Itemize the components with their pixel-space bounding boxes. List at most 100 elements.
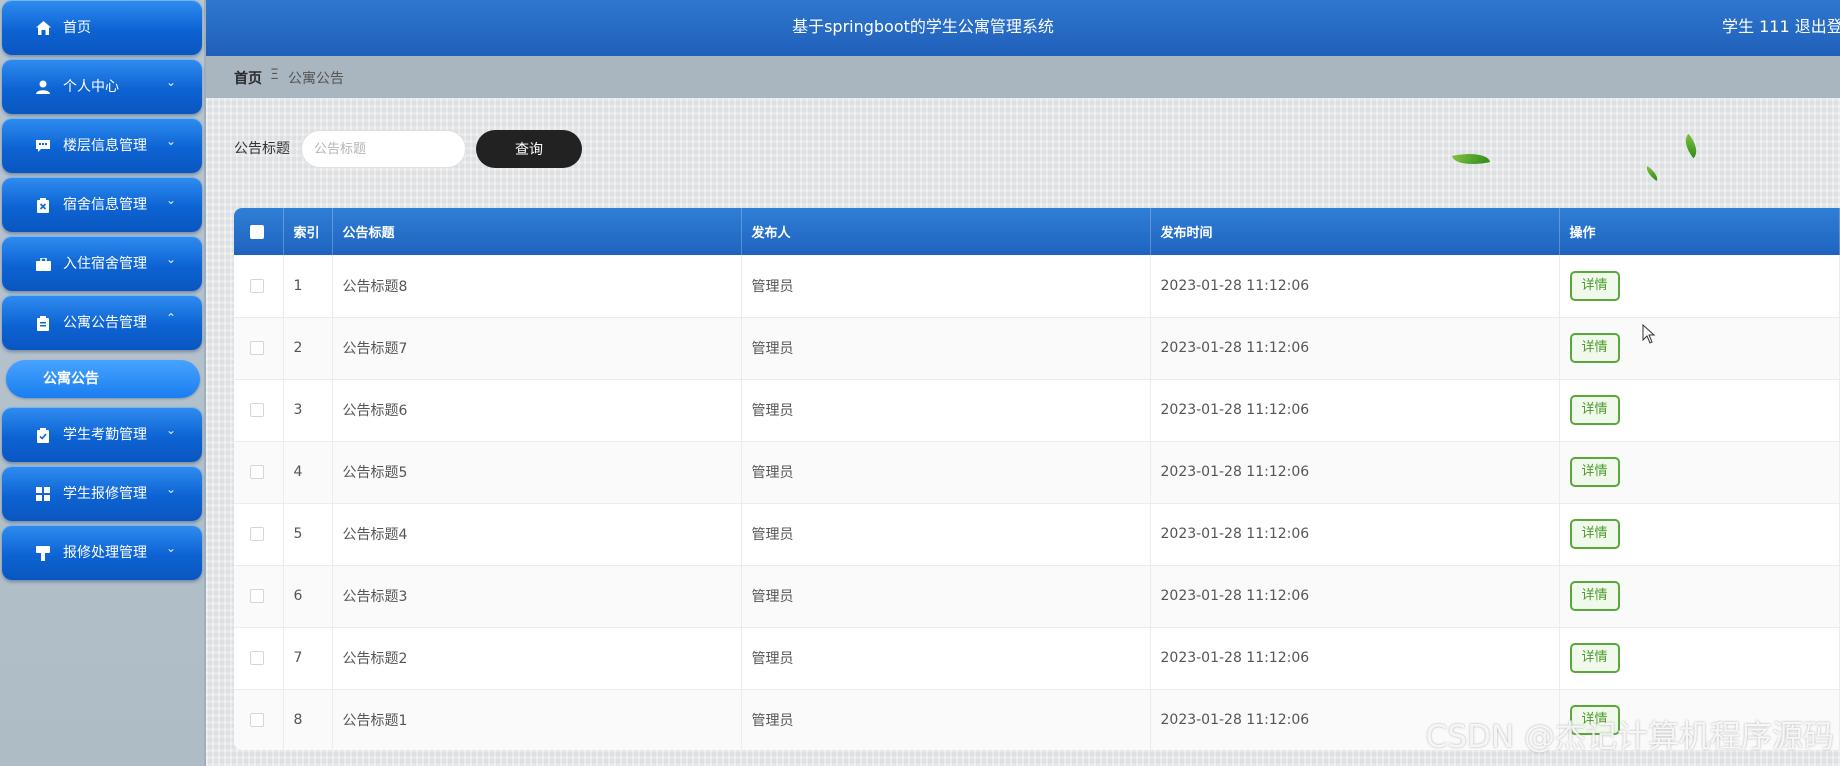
sidebar-item-checkin[interactable]: 入住宿舍管理 ⌄	[2, 236, 202, 291]
user-logout-link[interactable]: 学生 111 退出登录	[1722, 16, 1840, 38]
row-checkbox-cell[interactable]	[234, 441, 284, 503]
leaf-decoration-icon	[1643, 166, 1661, 181]
checkbox-icon[interactable]	[250, 713, 264, 727]
detail-button[interactable]: 详情	[1569, 270, 1620, 301]
row-checkbox-cell[interactable]	[234, 627, 284, 689]
cell-time: 2023-01-28 11:12:06	[1150, 503, 1560, 565]
table-row[interactable]: 6 公告标题3 管理员 2023-01-28 11:12:06 详情	[234, 565, 1840, 627]
cell-action: 详情	[1559, 379, 1840, 441]
clipboard-x-icon	[35, 197, 51, 213]
sidebar-item-label: 首页	[63, 20, 91, 36]
row-checkbox-cell[interactable]	[234, 317, 284, 379]
cell-time: 2023-01-28 11:12:06	[1150, 379, 1560, 441]
cell-title: 公告标题5	[332, 441, 742, 503]
breadcrumb-separator-icon: Ξ	[270, 67, 279, 83]
cell-title: 公告标题7	[332, 317, 742, 379]
cell-index: 4	[283, 441, 333, 503]
sidebar-item-repair[interactable]: 学生报修管理 ⌄	[2, 466, 202, 521]
briefcase-icon	[35, 256, 51, 272]
checkbox-icon[interactable]	[250, 465, 264, 479]
column-header-action: 操作	[1559, 208, 1840, 255]
app-title: 基于springboot的学生公寓管理系统	[792, 17, 1054, 36]
detail-button[interactable]: 详情	[1569, 519, 1620, 549]
cell-publisher: 管理员	[741, 255, 1151, 317]
cell-index: 3	[283, 379, 333, 441]
row-checkbox-cell[interactable]	[234, 689, 284, 750]
notice-table: 索引 公告标题 发布人 发布时间 操作 1 公告标题8 管理员 2023-01-28 …	[234, 208, 1840, 750]
sidebar-item-label: 学生报修管理	[63, 486, 147, 502]
checkbox-icon[interactable]	[250, 278, 264, 293]
select-all-checkbox[interactable]	[234, 208, 284, 255]
cell-action: 详情	[1559, 627, 1840, 689]
chevron-up-icon: ⌃	[165, 311, 177, 325]
detail-button[interactable]: 详情	[1569, 705, 1620, 735]
sidebar-item-label: 公寓公告管理	[63, 315, 147, 331]
cell-index: 7	[283, 627, 333, 689]
breadcrumb-home[interactable]: 首页	[234, 68, 262, 88]
cell-action: 详情	[1559, 317, 1840, 379]
chevron-down-icon: ⌄	[165, 423, 177, 437]
cell-title: 公告标题1	[332, 689, 742, 750]
clipboard-check-icon	[35, 427, 51, 443]
table-row[interactable]: 8 公告标题1 管理员 2023-01-28 11:12:06 详情	[234, 689, 1840, 750]
home-icon	[35, 20, 51, 36]
search-button[interactable]: 查询	[476, 130, 582, 168]
sidebar-item-repair-handle[interactable]: 报修处理管理 ⌄	[2, 525, 202, 580]
cell-publisher: 管理员	[741, 565, 1151, 627]
row-checkbox-cell[interactable]	[234, 503, 284, 565]
chevron-down-icon: ⌄	[165, 134, 177, 148]
cell-action: 详情	[1559, 255, 1840, 317]
top-header: 基于springboot的学生公寓管理系统 学生 111 退出登录	[206, 0, 1840, 56]
leaf-decoration-icon	[1451, 148, 1491, 170]
table-row[interactable]: 7 公告标题2 管理员 2023-01-28 11:12:06 详情	[234, 627, 1840, 689]
row-checkbox-cell[interactable]	[234, 565, 284, 627]
sidebar-item-attendance[interactable]: 学生考勤管理 ⌄	[2, 407, 202, 462]
cell-index: 1	[283, 255, 333, 317]
column-header-title: 公告标题	[332, 208, 742, 255]
checkbox-icon[interactable]	[250, 403, 264, 417]
grid-icon	[35, 486, 51, 502]
chevron-down-icon: ⌄	[165, 75, 177, 89]
row-checkbox-cell[interactable]	[234, 379, 284, 441]
column-header-index: 索引	[283, 208, 333, 255]
cell-time: 2023-01-28 11:12:06	[1150, 441, 1560, 503]
sidebar-item-dorm[interactable]: 宿舍信息管理 ⌄	[2, 177, 202, 232]
sidebar-item-floor[interactable]: 楼层信息管理 ⌄	[2, 118, 202, 173]
cell-publisher: 管理员	[741, 689, 1151, 750]
detail-button[interactable]: 详情	[1569, 581, 1620, 611]
table-row[interactable]: 5 公告标题4 管理员 2023-01-28 11:12:06 详情	[234, 503, 1840, 565]
sidebar-item-profile[interactable]: 个人中心 ⌄	[2, 59, 202, 114]
cell-time: 2023-01-28 11:12:06	[1150, 565, 1560, 627]
table-header-row: 索引 公告标题 发布人 发布时间 操作	[234, 208, 1840, 255]
submenu-item-notice[interactable]: 公寓公告	[6, 360, 200, 398]
table-row[interactable]: 2 公告标题7 管理员 2023-01-28 11:12:06 详情	[234, 317, 1840, 379]
checkbox-icon[interactable]	[250, 224, 264, 239]
cell-action: 详情	[1559, 503, 1840, 565]
chevron-down-icon: ⌄	[165, 252, 177, 266]
table-row[interactable]: 4 公告标题5 管理员 2023-01-28 11:12:06 详情	[234, 441, 1840, 503]
detail-button[interactable]: 详情	[1569, 395, 1620, 425]
search-input[interactable]	[301, 130, 466, 168]
detail-button[interactable]: 详情	[1569, 643, 1620, 673]
checkbox-icon[interactable]	[250, 341, 264, 355]
clipboard-icon	[35, 315, 51, 331]
user-icon	[35, 79, 51, 95]
table-row[interactable]: 1 公告标题8 管理员 2023-01-28 11:12:06 详情	[234, 255, 1840, 317]
breadcrumb: 首页 Ξ 公寓公告	[206, 56, 1840, 98]
sidebar-item-notice-mgmt[interactable]: 公寓公告管理 ⌃	[2, 295, 202, 350]
cell-title: 公告标题4	[332, 503, 742, 565]
search-label: 公告标题	[234, 141, 290, 157]
chevron-down-icon: ⌄	[165, 482, 177, 496]
checkbox-icon[interactable]	[250, 651, 264, 665]
row-checkbox-cell[interactable]	[234, 255, 284, 317]
cell-index: 5	[283, 503, 333, 565]
sidebar-item-label: 楼层信息管理	[63, 138, 147, 154]
checkbox-icon[interactable]	[250, 589, 264, 603]
detail-button[interactable]: 详情	[1569, 333, 1620, 363]
cell-publisher: 管理员	[741, 627, 1151, 689]
table-row[interactable]: 3 公告标题6 管理员 2023-01-28 11:12:06 详情	[234, 379, 1840, 441]
checkbox-icon[interactable]	[250, 527, 264, 541]
detail-button[interactable]: 详情	[1569, 457, 1620, 487]
sidebar-item-label: 报修处理管理	[63, 545, 147, 561]
sidebar-item-home[interactable]: 首页	[2, 0, 202, 55]
